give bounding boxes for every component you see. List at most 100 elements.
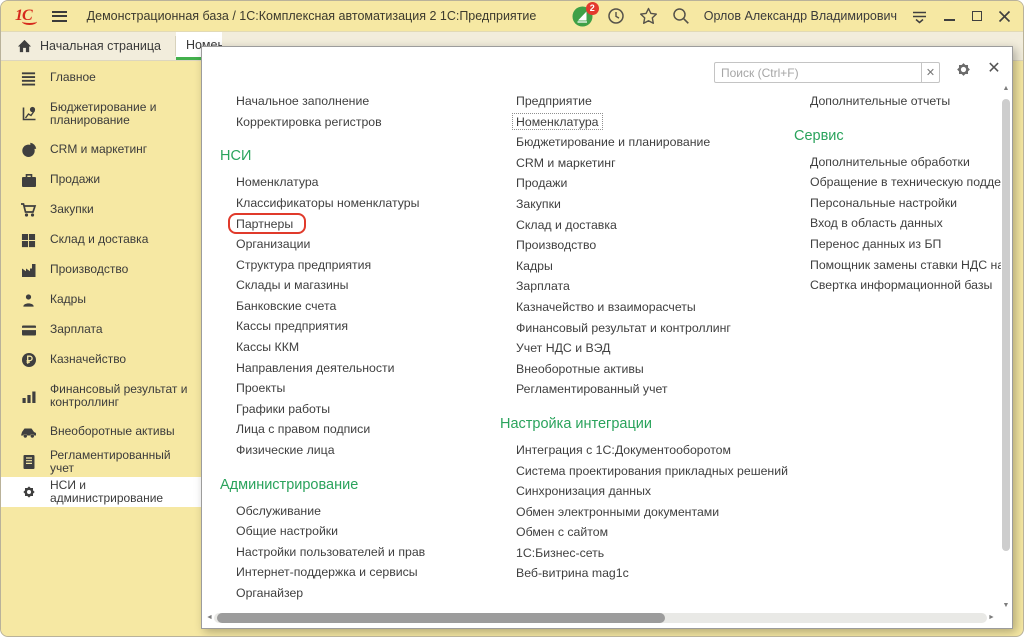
menu-item[interactable]: Обращение в техническую поддержку о [794,172,1001,193]
menu-item[interactable]: Дополнительные отчеты [794,91,1001,112]
menu-item[interactable]: Веб-витрина mag1c [500,563,792,584]
menu-item[interactable]: Кассы предприятия [220,316,488,337]
menu-item[interactable]: Настройки пользователей и прав [220,542,488,563]
menu-item[interactable]: Интернет-поддержка и сервисы [220,562,488,583]
menu-item[interactable]: Продажи [500,173,792,194]
menu-item[interactable]: Бюджетирование и планирование [500,132,792,153]
menu-item[interactable]: Проекты [220,378,488,399]
sidebar-item-purchases[interactable]: Закупки [1,195,201,225]
scroll-right-icon[interactable]: ► [987,612,996,623]
menu-item[interactable]: Дополнительные обработки [794,152,1001,173]
sidebar-item-treasury[interactable]: Казначейство [1,345,201,375]
service-menu-icon[interactable] [911,9,928,24]
discussions-icon[interactable]: 2 [572,6,593,27]
cart-icon [20,202,37,218]
menu-item-partners[interactable]: Партнеры [220,213,488,234]
search-input[interactable] [715,63,921,82]
menu-item[interactable]: Перенос данных из БП [794,234,1001,255]
ledger-icon [20,454,37,470]
tab-home-page[interactable]: Начальная страница [1,32,175,60]
menu-item[interactable]: Начальное заполнение [220,91,488,112]
scroll-down-icon[interactable]: ▼ [1001,601,1011,611]
menu-item[interactable]: Предприятие [500,91,792,112]
menu-item[interactable]: Казначейство и взаиморасчеты [500,297,792,318]
menu-item[interactable]: Внеоборотные активы [500,359,792,380]
scroll-up-icon[interactable]: ▲ [1001,84,1011,94]
sidebar-item-nsi-admin[interactable]: НСИ и администрирование [1,477,201,507]
menu-item[interactable]: Направления деятельности [220,358,488,379]
history-icon[interactable] [607,7,625,25]
menu-item[interactable]: Склады и магазины [220,275,488,296]
menu-item[interactable]: Вход в область данных [794,213,1001,234]
menu-item[interactable]: Структура предприятия [220,255,488,276]
menu-item[interactable]: Обмен с сайтом [500,522,792,543]
search-icon[interactable] [672,7,690,25]
section-header-administration: Администрирование [220,473,488,497]
horizontal-scrollbar[interactable]: ◄ ► [205,612,996,623]
menu-item[interactable]: Лица с правом подписи [220,419,488,440]
scroll-left-icon[interactable]: ◄ [205,612,214,623]
menu-item[interactable]: Регламентированный учет [500,379,792,400]
sidebar-item-warehouse[interactable]: Склад и доставка [1,225,201,255]
menu-column-2: Предприятие Номенклатура Бюджетирование … [500,91,792,584]
panel-close-icon[interactable]: ✕ [986,58,1002,78]
main-menu-icon[interactable] [52,11,67,22]
menu-item[interactable]: Корректировка регистров [220,112,488,133]
menu-item[interactable]: Синхронизация данных [500,481,792,502]
menu-item[interactable]: Склад и доставка [500,215,792,236]
close-icon[interactable] [998,10,1011,23]
panel-gear-icon[interactable] [954,60,973,84]
menu-item[interactable]: Свертка информационной базы [794,275,1001,296]
menu-item[interactable]: Система проектирования прикладных решени… [500,461,792,482]
sidebar-item-main[interactable]: Главное [1,63,201,93]
current-user[interactable]: Орлов Александр Владимирович [704,9,897,23]
menu-item[interactable]: Кассы ККМ [220,337,488,358]
horizontal-scroll-thumb[interactable] [217,613,665,623]
menu-item[interactable]: Интеграция с 1С:Документооборотом [500,440,792,461]
vertical-scroll-thumb[interactable] [1002,99,1010,551]
horizontal-scroll-track[interactable] [214,613,987,623]
sidebar-item-budgeting[interactable]: Бюджетирование и планирование [1,93,201,135]
menu-item-label: Партнеры [236,217,293,231]
menu-item[interactable]: Номенклатура [220,172,488,193]
menu-item[interactable]: 1С:Бизнес-сеть [500,543,792,564]
sidebar-item-crm[interactable]: CRM и маркетинг [1,135,201,165]
menu-item[interactable]: Обслуживание [220,501,488,522]
menu-item[interactable]: Организации [220,234,488,255]
menu-item[interactable]: Зарплата [500,276,792,297]
menu-item[interactable]: Классификаторы номенклатуры [220,193,488,214]
car-icon [20,425,37,439]
menu-item[interactable]: Физические лица [220,440,488,461]
annotation-highlight: Партнеры [228,213,306,234]
sidebar-item-assets[interactable]: Внеоборотные активы [1,417,201,447]
clear-search-icon[interactable]: ✕ [921,63,939,82]
menu-item-nomenklatura[interactable]: Номенклатура [500,112,792,133]
sidebar-item-production[interactable]: Производство [1,255,201,285]
menu-item[interactable]: Обмен электронными документами [500,502,792,523]
menu-item[interactable]: Общие настройки [220,521,488,542]
menu-item[interactable]: Производство [500,235,792,256]
menu-item[interactable]: Финансовый результат и контроллинг [500,318,792,339]
sidebar-item-hr[interactable]: Кадры [1,285,201,315]
menu-item[interactable]: Органайзер [220,583,488,604]
menu-item[interactable]: Графики работы [220,399,488,420]
functions-panel: ✕ ✕ Начальное заполнение Корректировка р… [201,46,1013,629]
sidebar-item-finresult[interactable]: Финансовый результат и контроллинг [1,375,201,417]
menu-item[interactable]: Банковские счета [220,296,488,317]
minimize-icon[interactable] [942,11,956,21]
menu-item[interactable]: Помощник замены ставки НДС на 20% [794,255,1001,276]
sidebar-item-sales[interactable]: Продажи [1,165,201,195]
menu-item[interactable]: Персональные настройки [794,193,1001,214]
menu-item[interactable]: Кадры [500,256,792,277]
menu-item[interactable]: CRM и маркетинг [500,153,792,174]
favorites-star-icon[interactable] [639,7,658,25]
section-header-service: Сервис [794,124,1001,148]
menu-item[interactable]: Учет НДС и ВЭД [500,338,792,359]
sidebar-item-regulated[interactable]: Регламентированный учет [1,447,201,477]
sidebar-item-salary[interactable]: Зарплата [1,315,201,345]
maximize-icon[interactable] [970,11,984,21]
factory-icon [20,263,37,278]
vertical-scrollbar[interactable]: ▲ ▼ [1001,84,1011,611]
menu-item[interactable]: Закупки [500,194,792,215]
section-header-nsi: НСИ [220,144,488,168]
